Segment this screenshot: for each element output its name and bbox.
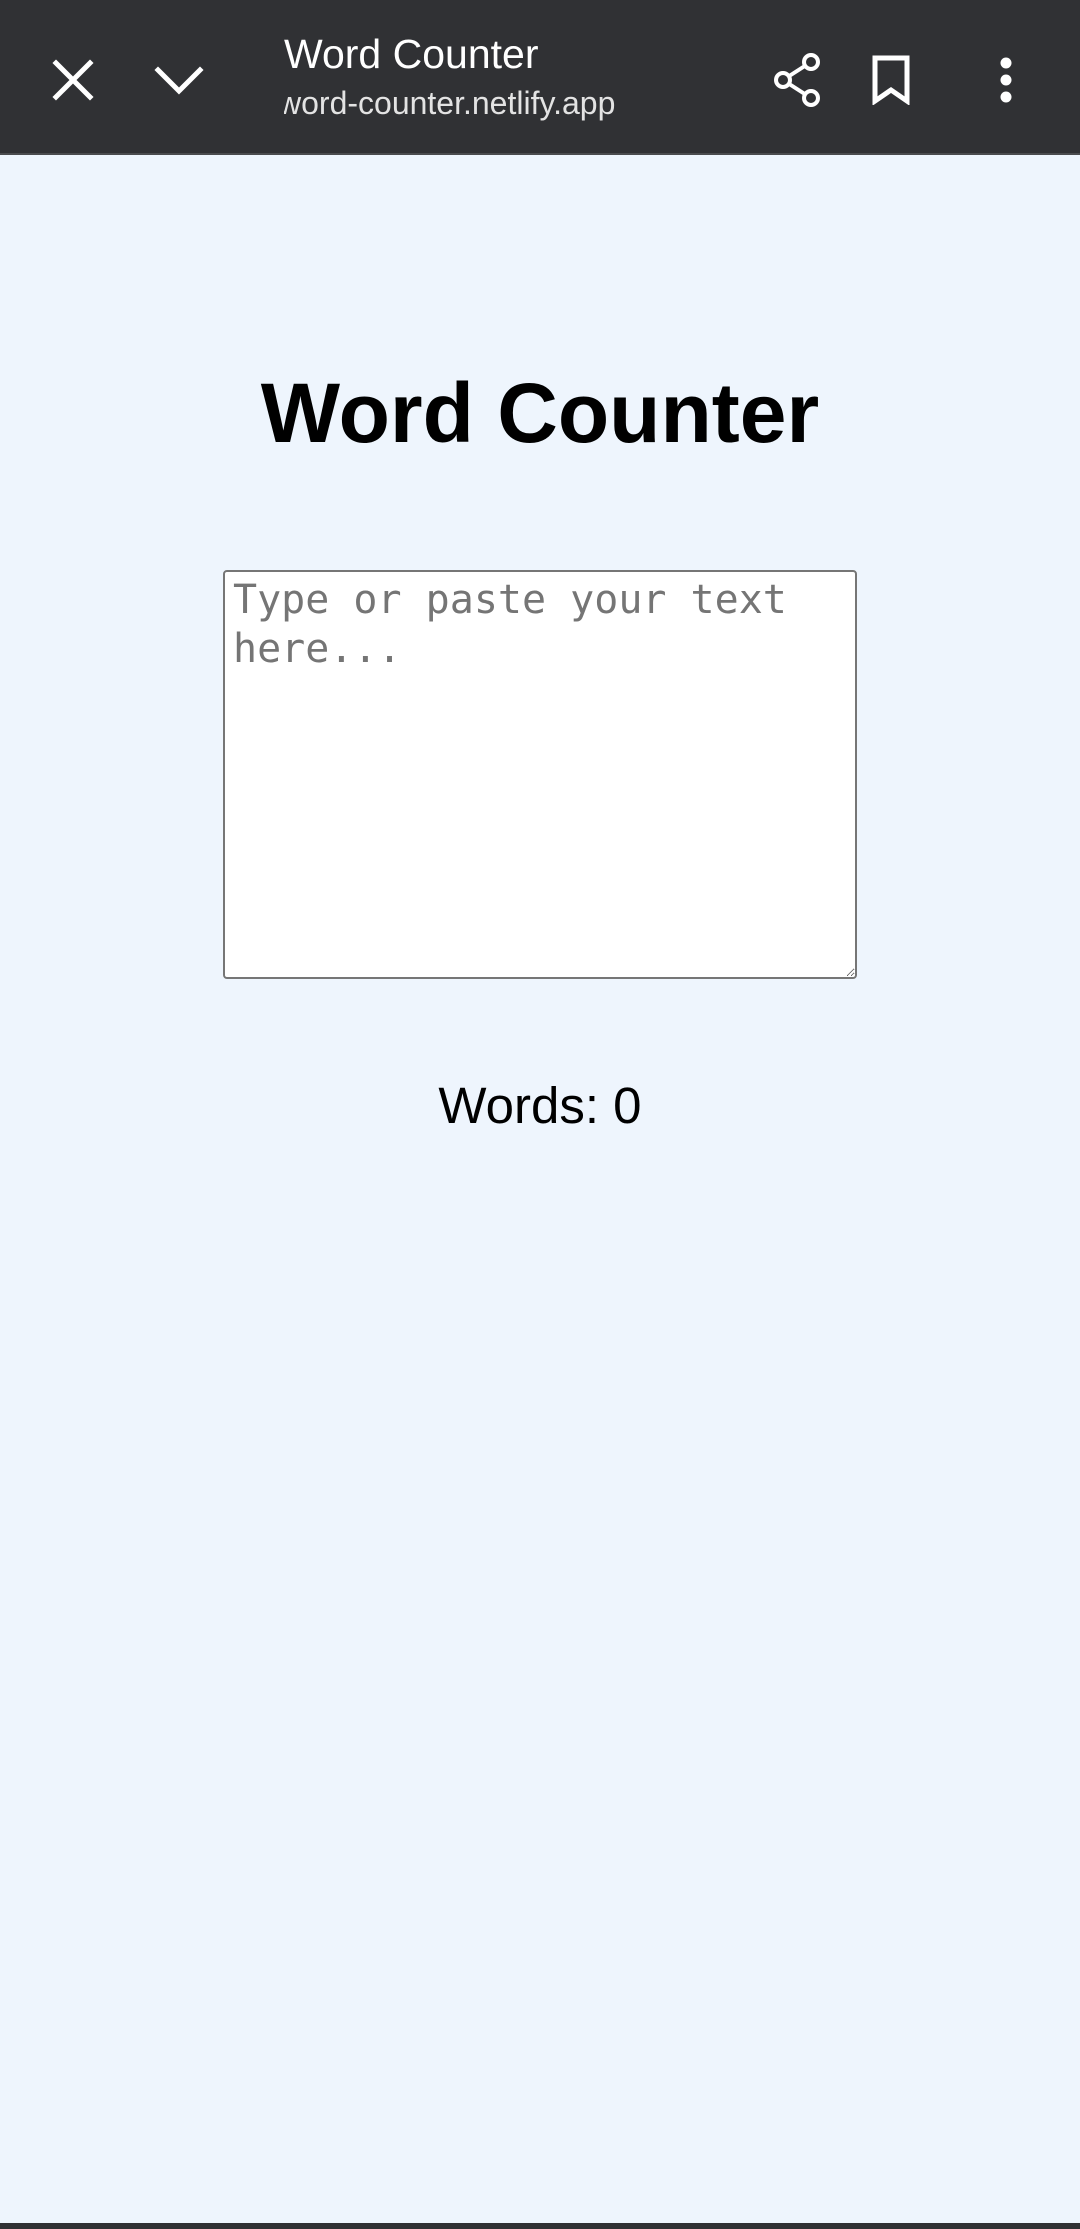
share-icon xyxy=(770,52,824,108)
close-icon xyxy=(51,58,95,102)
more-vert-icon xyxy=(999,57,1013,103)
page-content: Word Counter Words: 0 xyxy=(0,157,1080,2217)
tab-title: Word Counter xyxy=(284,31,539,77)
chevron-down-icon xyxy=(154,64,204,96)
minimize-button[interactable] xyxy=(131,32,227,128)
share-button[interactable] xyxy=(749,32,845,128)
browser-toolbar: Word Counter word-counter.netlify.app xyxy=(0,0,1080,155)
bookmark-button[interactable] xyxy=(843,32,939,128)
system-nav-bar xyxy=(0,2223,1080,2229)
bookmark-icon xyxy=(871,55,911,105)
tab-url: word-counter.netlify.app xyxy=(284,85,616,121)
page-title: Word Counter xyxy=(260,366,820,460)
close-tab-button[interactable] xyxy=(25,32,121,128)
more-menu-button[interactable] xyxy=(958,32,1054,128)
text-input[interactable] xyxy=(223,570,857,979)
word-count-label: Words: 0 xyxy=(438,1077,642,1134)
tab-title-block: Word Counter word-counter.netlify.app xyxy=(284,28,724,124)
